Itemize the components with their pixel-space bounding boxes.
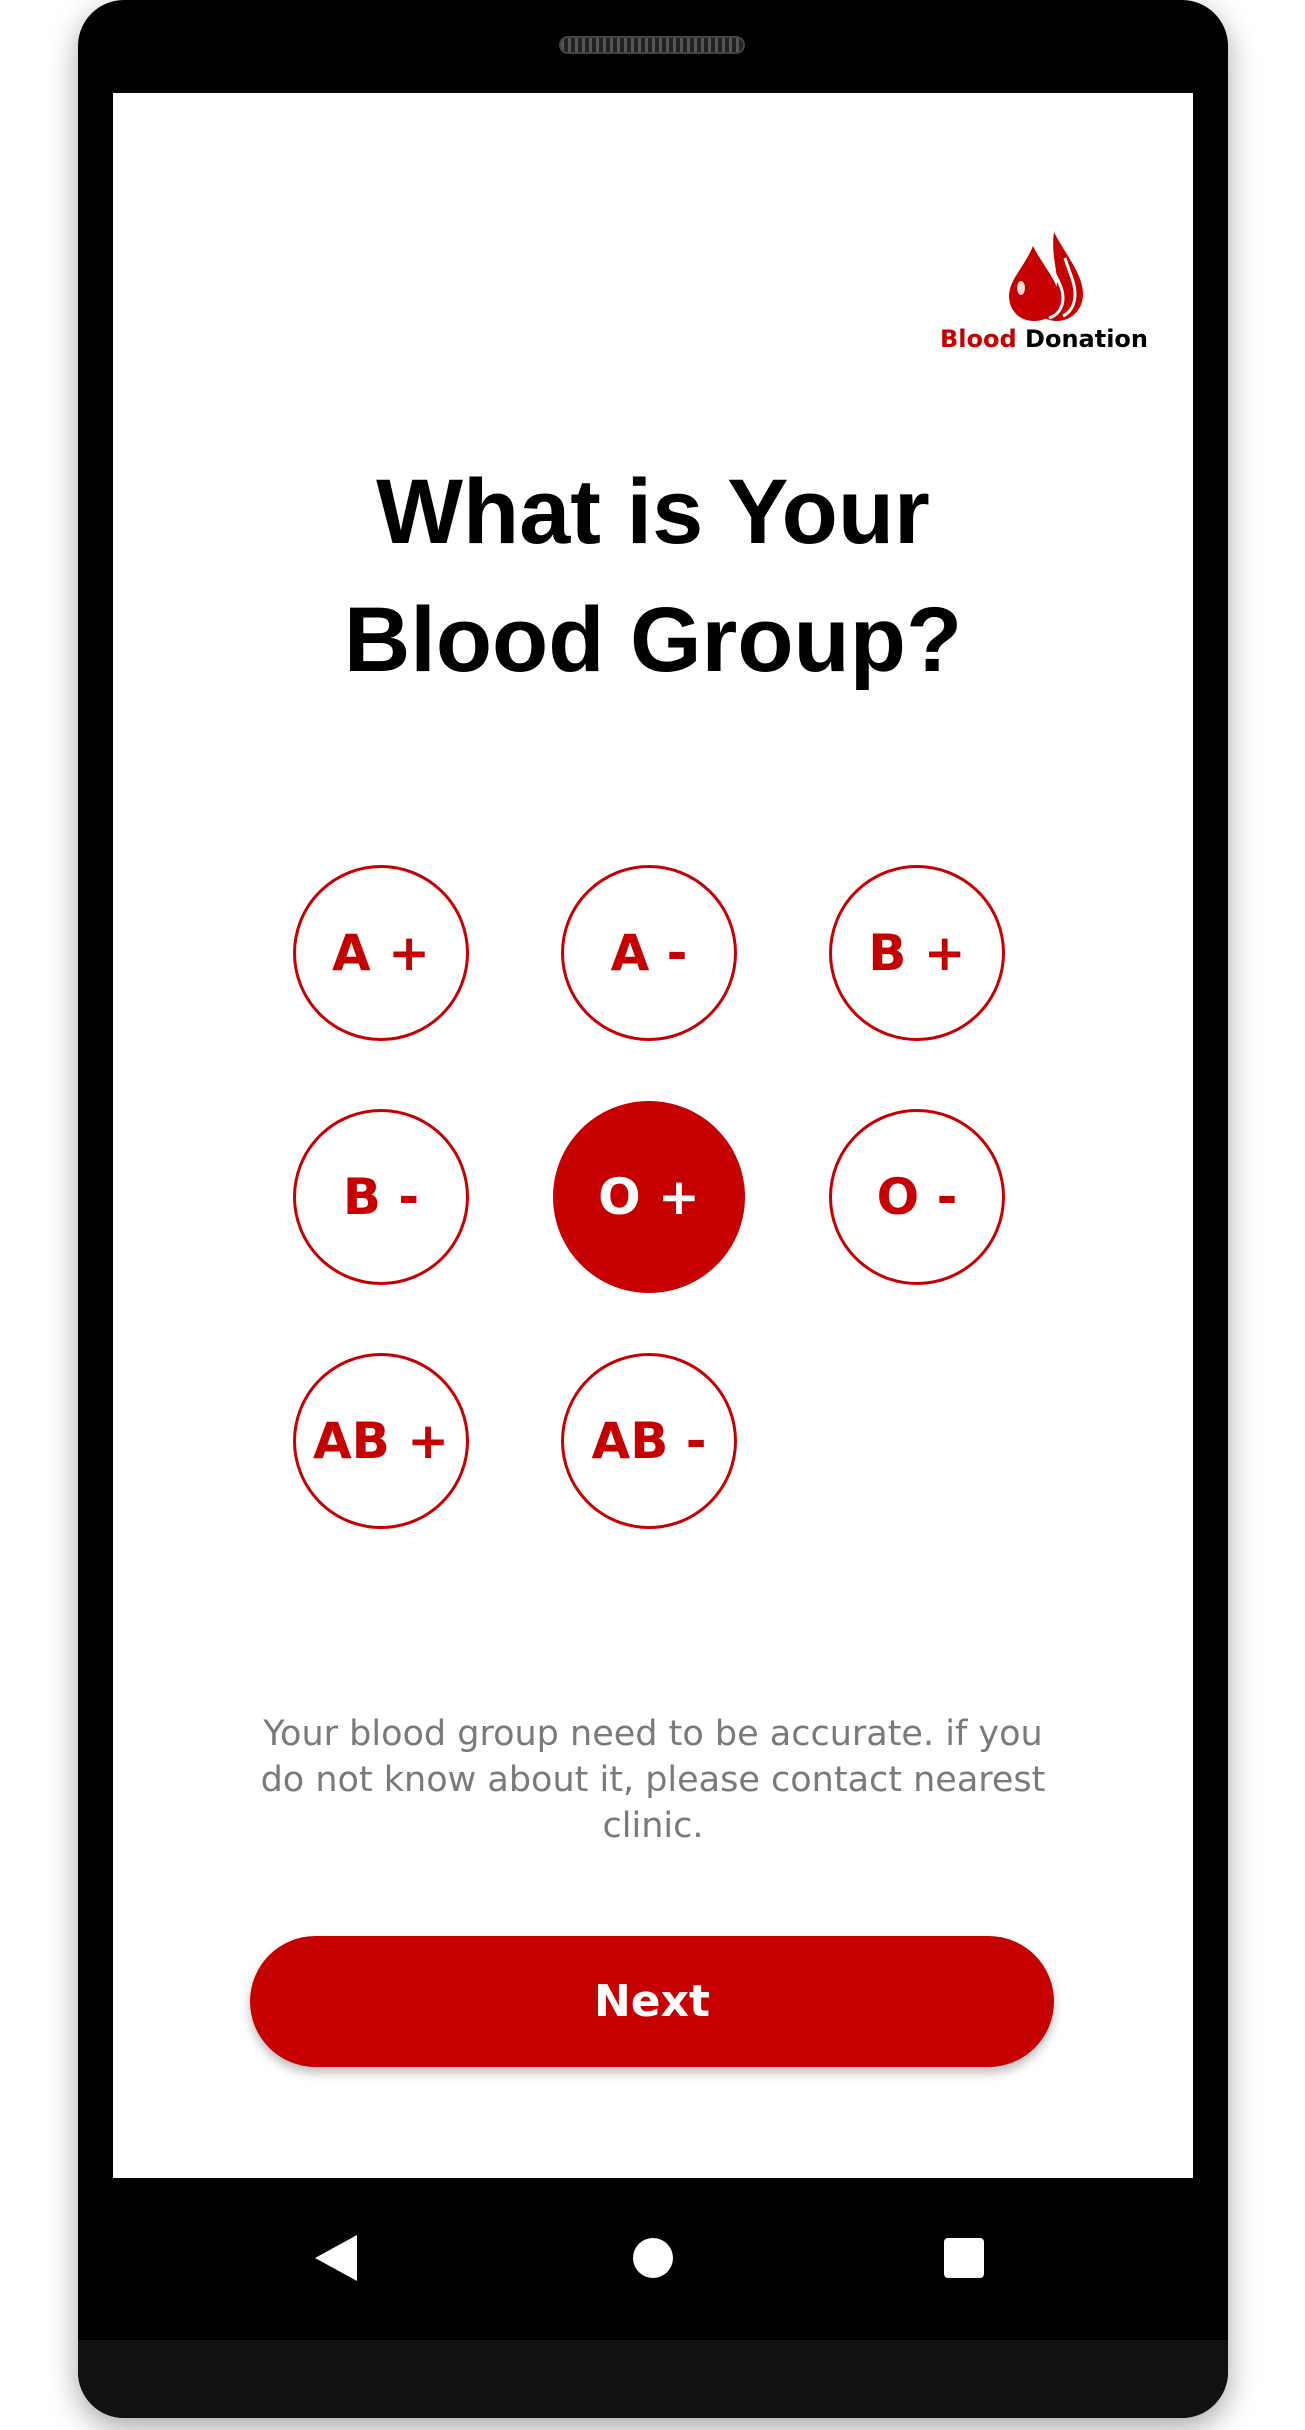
blood-group-o-positive[interactable]: O +	[553, 1101, 745, 1293]
blood-group-b-negative[interactable]: B -	[293, 1109, 469, 1285]
blood-group-ab-positive[interactable]: AB +	[293, 1353, 469, 1529]
back-triangle-icon[interactable]	[296, 2218, 376, 2298]
blood-group-grid: A + A - B + B - O + O - AB + AB -	[113, 93, 1193, 1793]
blood-group-ab-negative[interactable]: AB -	[561, 1353, 737, 1529]
blood-group-b-positive[interactable]: B +	[829, 865, 1005, 1041]
speaker-grille	[559, 36, 745, 54]
android-nav-bar	[113, 2178, 1193, 2338]
info-text: Your blood group need to be accurate. if…	[260, 1714, 1046, 1846]
next-button[interactable]: Next	[250, 1936, 1054, 2067]
phone-chin	[78, 2340, 1228, 2418]
app-screen: Blood Donation What is Your Blood Group?…	[113, 93, 1193, 2178]
blood-group-o-negative[interactable]: O -	[829, 1109, 1005, 1285]
blood-group-a-positive[interactable]: A +	[293, 865, 469, 1041]
home-circle-icon[interactable]	[613, 2218, 693, 2298]
blood-group-a-negative[interactable]: A -	[561, 865, 737, 1041]
recents-square-icon[interactable]	[924, 2218, 1004, 2298]
